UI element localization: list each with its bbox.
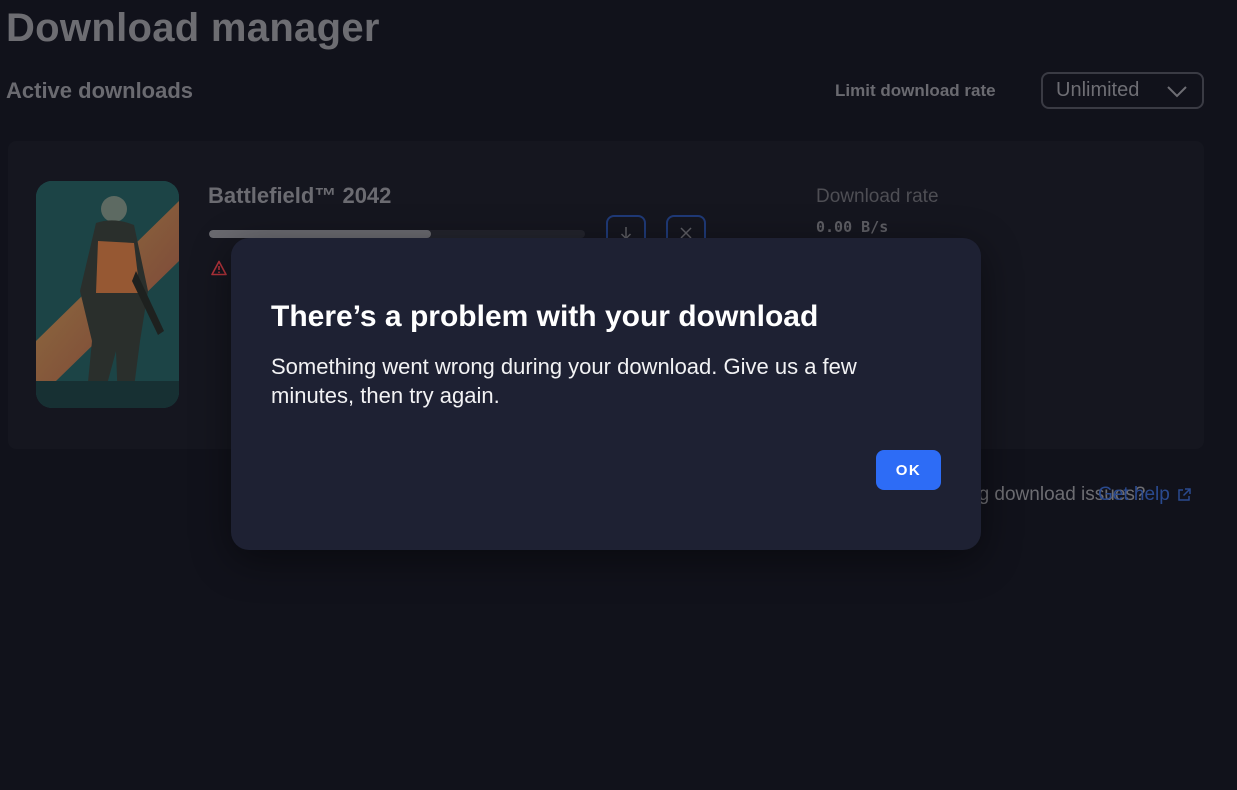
download-rate-select-value: Unlimited	[1056, 79, 1140, 101]
download-progress-bar	[209, 230, 585, 238]
download-rate-select[interactable]: Unlimited	[1041, 72, 1204, 109]
dialog-message: Something went wrong during your downloa…	[271, 354, 857, 408]
game-cover-art	[36, 181, 179, 408]
active-downloads-heading: Active downloads	[6, 78, 194, 103]
get-help-link[interactable]: Get help	[1098, 484, 1192, 506]
limit-download-rate-label: Limit download rate	[835, 81, 996, 100]
download-manager-page: Download manager Active downloads Limit …	[0, 0, 1237, 790]
download-error-dialog: There’s a problem with your download Som…	[231, 238, 981, 550]
get-help-label: Get help	[1098, 484, 1170, 505]
page-title: Download manager	[6, 6, 380, 50]
download-rate-value: 0.00 B/s	[816, 218, 889, 236]
chevron-down-icon	[1167, 86, 1187, 98]
ok-button[interactable]: OK	[876, 450, 941, 490]
warning-icon	[211, 260, 227, 276]
game-title: Battlefield™ 2042	[208, 183, 392, 208]
soldier-artwork	[36, 181, 179, 408]
download-progress-fill	[209, 230, 431, 238]
dialog-title: There’s a problem with your download	[271, 300, 819, 333]
download-rate-label: Download rate	[816, 186, 939, 207]
external-link-icon	[1178, 488, 1191, 501]
